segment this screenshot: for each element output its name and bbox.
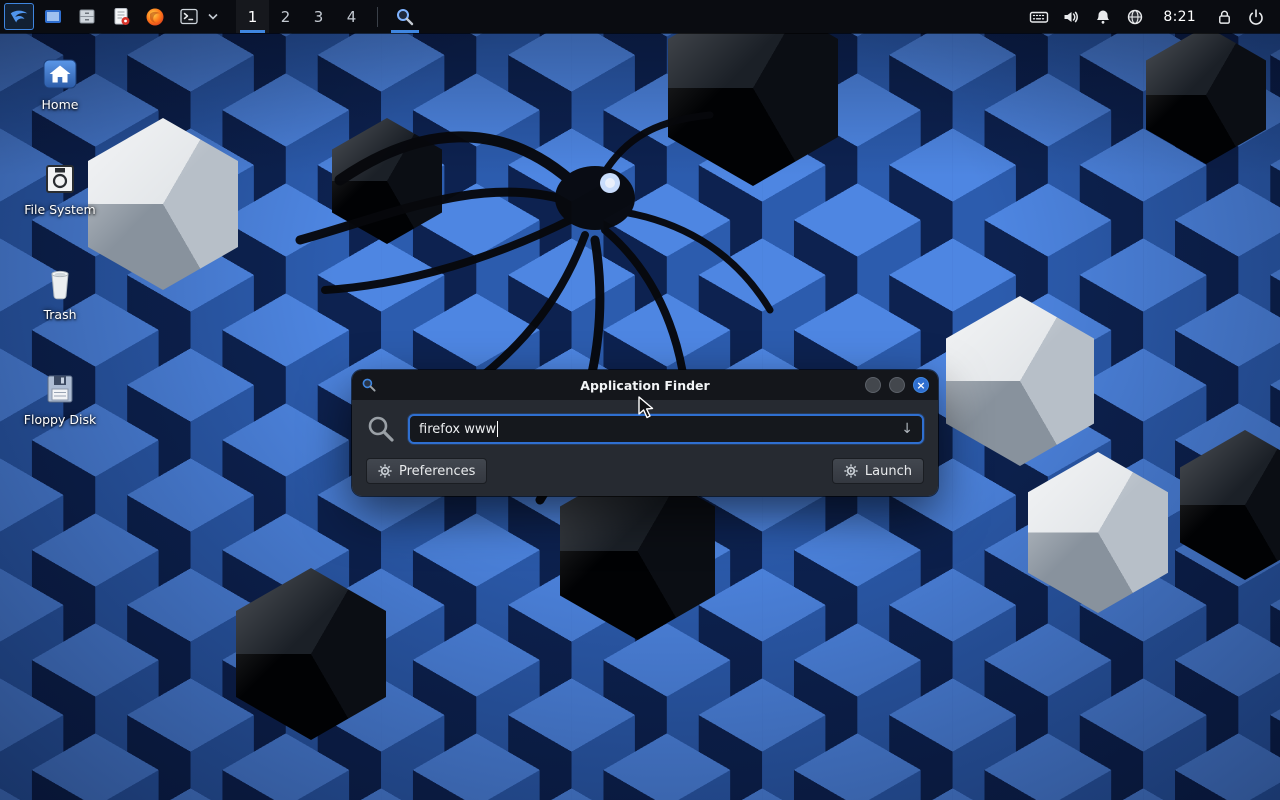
file-cabinet-icon [77, 7, 97, 26]
screen-lock-button[interactable] [1210, 3, 1238, 30]
workspace-2[interactable]: 2 [269, 0, 302, 33]
file-system-icon [41, 161, 79, 197]
desktop-icon-file-system[interactable]: File System [12, 161, 108, 217]
home-icon [41, 56, 79, 92]
search-icon [395, 7, 415, 27]
run-icon [844, 464, 858, 478]
search-query-text: firefox www [419, 422, 496, 437]
network-globe-icon [1126, 8, 1144, 26]
files-button[interactable] [72, 3, 102, 30]
workspace-3[interactable]: 3 [302, 0, 335, 33]
close-icon: × [916, 380, 925, 391]
desktop-icon-list: Home File System Trash Floppy Disk [12, 56, 108, 427]
desktop-icon-floppy-disk[interactable]: Floppy Disk [12, 371, 108, 427]
desktop-icon-label: Floppy Disk [24, 412, 96, 427]
network-status-button[interactable] [1121, 3, 1149, 30]
kali-logo-icon [8, 6, 30, 28]
kali-menu-button[interactable] [4, 3, 34, 30]
panel-separator [377, 7, 378, 27]
mouse-cursor [637, 396, 659, 420]
gear-icon [378, 464, 392, 478]
window-title: Application Finder [352, 378, 938, 393]
lock-icon [1216, 8, 1233, 26]
top-panel: 1 2 3 4 [0, 0, 1280, 33]
keyboard-indicator-button[interactable] [1025, 3, 1053, 30]
text-editor-button[interactable] [106, 3, 136, 30]
firefox-icon [145, 7, 165, 27]
workspace-label: 4 [347, 8, 357, 26]
notifications-button[interactable] [1089, 3, 1117, 30]
workspace-pager: 1 2 3 4 [236, 0, 368, 33]
volume-button[interactable] [1057, 3, 1085, 30]
taskbar-application-finder-button[interactable] [387, 0, 423, 33]
preferences-button[interactable]: Preferences [366, 458, 487, 484]
application-finder-window: Application Finder × firefox www ↓ [352, 370, 938, 496]
workspace-label: 3 [314, 8, 324, 26]
desktop-icon-label: File System [24, 202, 96, 217]
maximize-button[interactable] [889, 377, 905, 393]
power-button[interactable] [1242, 3, 1270, 30]
launch-label: Launch [865, 464, 912, 479]
keyboard-icon [1029, 8, 1049, 26]
minimize-button[interactable] [865, 377, 881, 393]
arrow-down-icon[interactable]: ↓ [901, 421, 913, 437]
terminal-button[interactable] [174, 3, 204, 30]
button-row: Preferences Launch [366, 458, 924, 484]
bell-icon [1094, 8, 1112, 26]
firefox-button[interactable] [140, 3, 170, 30]
chevron-down-icon [208, 13, 218, 21]
workspace-label: 1 [248, 8, 258, 26]
clock[interactable]: 8:21 [1163, 9, 1196, 25]
desktop-icon-label: Home [42, 97, 79, 112]
volume-icon [1062, 8, 1080, 26]
close-button[interactable]: × [913, 377, 929, 393]
desktop-icon-home[interactable]: Home [12, 56, 108, 112]
terminal-icon [179, 7, 199, 26]
floppy-disk-icon [41, 371, 79, 407]
workspace-4[interactable]: 4 [335, 0, 368, 33]
search-input[interactable]: firefox www ↓ [408, 414, 924, 444]
window-controls: × [865, 377, 929, 393]
text-cursor [497, 421, 498, 437]
file-manager-button[interactable] [38, 3, 68, 30]
workspace-label: 2 [281, 8, 291, 26]
trash-icon [41, 266, 79, 302]
file-manager-icon [43, 7, 63, 26]
preferences-label: Preferences [399, 464, 475, 479]
terminal-dropdown-button[interactable] [206, 3, 220, 30]
launch-button[interactable]: Launch [832, 458, 924, 484]
search-icon-large [366, 414, 396, 444]
text-editor-icon [111, 7, 131, 26]
desktop-icon-trash[interactable]: Trash [12, 266, 108, 322]
panel-status-area: 8:21 [1025, 3, 1280, 30]
desktop-icon-label: Trash [43, 307, 76, 322]
window-search-icon [361, 377, 377, 393]
workspace-1[interactable]: 1 [236, 0, 269, 33]
power-icon [1247, 8, 1265, 26]
